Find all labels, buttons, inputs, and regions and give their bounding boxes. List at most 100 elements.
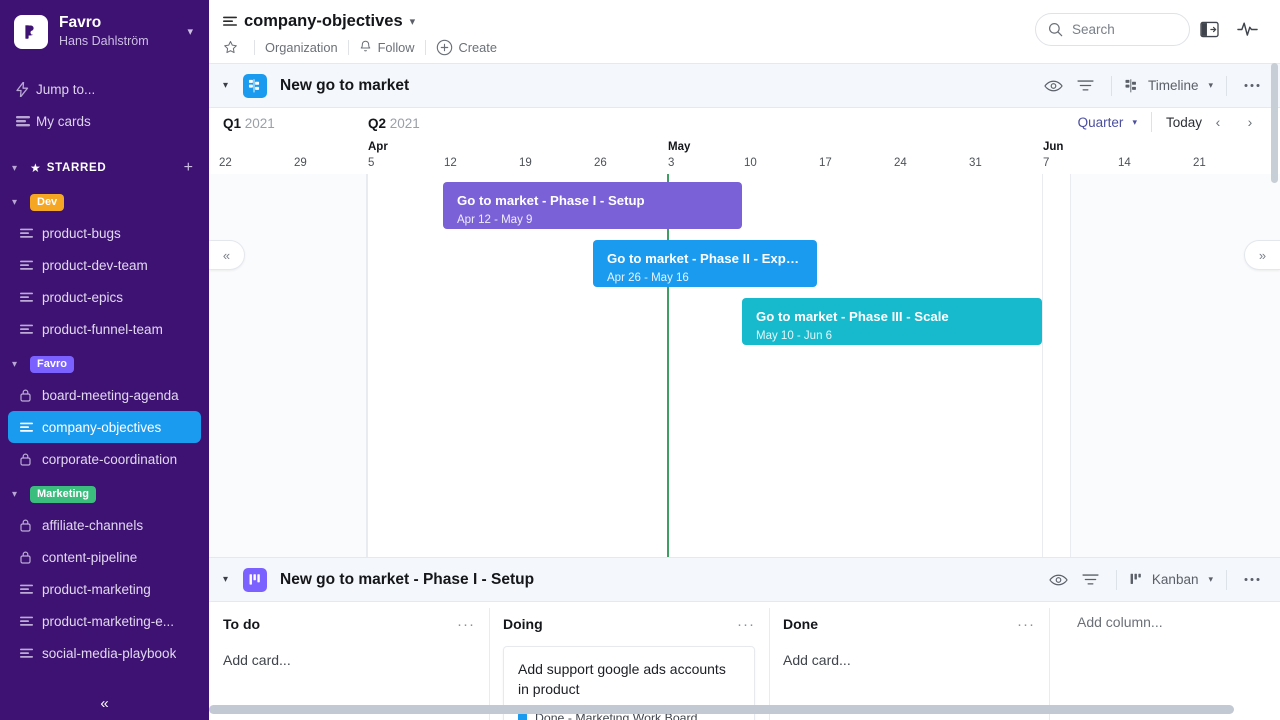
add-starred-button[interactable]: + bbox=[184, 159, 197, 177]
horizontal-scrollbar[interactable] bbox=[209, 705, 1264, 714]
follow-button[interactable]: Follow bbox=[359, 40, 415, 55]
timeline-widget-title: New go to market bbox=[280, 77, 1038, 95]
chevron-down-icon[interactable]: ▾ bbox=[183, 25, 195, 38]
timeline-scroll-left-button[interactable]: « bbox=[209, 240, 245, 270]
collapse-sidebar-button[interactable]: « bbox=[0, 695, 209, 712]
view-selector-kanban[interactable]: Kanban ▾ bbox=[1126, 572, 1217, 587]
group-header-favro[interactable]: ▾ Favro bbox=[0, 349, 209, 379]
kanban-add-column[interactable]: Add column... bbox=[1049, 602, 1280, 720]
add-column-label: Add column... bbox=[1063, 602, 1280, 630]
chevron-down-icon[interactable]: ▾ bbox=[1208, 80, 1213, 91]
organization-button[interactable]: Organization bbox=[265, 40, 338, 55]
more-horizontal-icon[interactable] bbox=[1236, 563, 1268, 597]
chevron-down-icon[interactable]: ▾ bbox=[12, 163, 30, 174]
search-input[interactable] bbox=[1072, 22, 1177, 37]
breadcrumb[interactable]: company-objectives ▾ bbox=[223, 8, 1035, 34]
vertical-scrollbar[interactable] bbox=[1272, 63, 1279, 720]
sidebar-item-label: product-marketing bbox=[42, 582, 151, 597]
today-marker-line bbox=[667, 174, 669, 557]
cards-icon bbox=[16, 115, 36, 127]
bar-dates: Apr 26 - May 16 bbox=[607, 272, 803, 284]
workspace-switcher[interactable]: Favro Hans Dahlström ▾ bbox=[0, 0, 209, 59]
view-selector-timeline[interactable]: Timeline ▾ bbox=[1121, 78, 1217, 93]
sidebar-item-product-funnel-team[interactable]: product-funnel-team bbox=[8, 313, 201, 345]
today-button[interactable]: Today bbox=[1166, 115, 1202, 130]
timeline-widget-header: ▾ New go to market bbox=[209, 63, 1280, 108]
group-header-marketing[interactable]: ▾ Marketing bbox=[0, 479, 209, 509]
sidebar-item-company-objectives[interactable]: company-objectives bbox=[8, 411, 201, 443]
kanban-column-todo: To do ··· Add card... bbox=[209, 602, 489, 720]
group-header-dev[interactable]: ▾ Dev bbox=[0, 187, 209, 217]
sidebar-item-product-marketing[interactable]: product-marketing bbox=[8, 573, 201, 605]
vertical-scrollbar-thumb[interactable] bbox=[1271, 63, 1278, 183]
column-more-icon[interactable]: ··· bbox=[737, 616, 755, 633]
day-tick: 31 bbox=[969, 157, 982, 169]
create-label: Create bbox=[459, 40, 497, 55]
divider bbox=[254, 40, 255, 55]
column-title: Done bbox=[783, 616, 1017, 632]
chevron-down-icon[interactable]: ▾ bbox=[1132, 117, 1137, 128]
timeline-bar-phase-1[interactable]: Go to market - Phase I - Setup Apr 12 - … bbox=[443, 182, 742, 229]
topbar-right bbox=[1035, 8, 1266, 50]
page-title: company-objectives bbox=[244, 12, 403, 31]
timeline-widget-tools: Timeline ▾ bbox=[1038, 69, 1268, 103]
starred-section-header[interactable]: ▾ ★ STARRED + bbox=[0, 153, 209, 183]
chevron-down-icon[interactable]: ▾ bbox=[12, 359, 30, 370]
side-panel-icon[interactable] bbox=[1190, 10, 1228, 48]
column-more-icon[interactable]: ··· bbox=[1017, 616, 1035, 633]
favorite-star-button[interactable] bbox=[223, 40, 244, 55]
kanban-columns: To do ··· Add card... Doing ··· Add supp… bbox=[209, 602, 1280, 720]
kanban-column-done: Done ··· Add card... bbox=[769, 602, 1049, 720]
sidebar-item-my-cards[interactable]: My cards bbox=[0, 105, 209, 137]
board-icon bbox=[20, 260, 42, 271]
chevron-down-icon[interactable]: ▾ bbox=[12, 197, 30, 208]
board-icon bbox=[20, 648, 42, 659]
more-horizontal-icon[interactable] bbox=[1236, 69, 1268, 103]
add-card-todo[interactable]: Add card... bbox=[223, 646, 475, 668]
board-icon bbox=[223, 16, 237, 27]
search-box[interactable] bbox=[1035, 13, 1190, 46]
collapse-widget-caret[interactable]: ▾ bbox=[223, 80, 243, 91]
eye-icon[interactable] bbox=[1038, 69, 1070, 103]
timeline-grid: Go to market - Phase I - Setup Apr 12 - … bbox=[209, 174, 1280, 557]
sidebar-item-affiliate-channels[interactable]: affiliate-channels bbox=[8, 509, 201, 541]
kanban-widget: ▾ New go to market - Phase I - Setup bbox=[209, 557, 1280, 720]
sidebar-item-social-media-playbook[interactable]: social-media-playbook bbox=[8, 637, 201, 669]
timeline-bar-phase-2[interactable]: Go to market - Phase II - Experi... Apr … bbox=[593, 240, 817, 287]
activity-pulse-icon[interactable] bbox=[1228, 10, 1266, 48]
chevron-down-icon[interactable]: ▾ bbox=[12, 489, 30, 500]
chevron-down-icon[interactable]: ▾ bbox=[1208, 574, 1213, 585]
filter-icon[interactable] bbox=[1075, 563, 1107, 597]
card-title: Add support google ads accounts in produ… bbox=[518, 659, 740, 700]
sidebar-item-product-marketing-e[interactable]: product-marketing-e... bbox=[8, 605, 201, 637]
sidebar-item-corporate-coordination[interactable]: corporate-coordination bbox=[8, 443, 201, 475]
divider bbox=[1226, 570, 1227, 590]
filter-icon[interactable] bbox=[1070, 69, 1102, 103]
range-selector[interactable]: Quarter ▾ bbox=[1078, 115, 1137, 130]
divider bbox=[425, 40, 426, 55]
divider bbox=[1226, 76, 1227, 96]
sidebar-item-product-bugs[interactable]: product-bugs bbox=[8, 217, 201, 249]
sidebar-item-product-dev-team[interactable]: product-dev-team bbox=[8, 249, 201, 281]
sidebar-item-content-pipeline[interactable]: content-pipeline bbox=[8, 541, 201, 573]
sidebar-item-label: board-meeting-agenda bbox=[42, 388, 179, 403]
sidebar-item-jump-to[interactable]: Jump to... bbox=[0, 73, 209, 105]
horizontal-scrollbar-thumb[interactable] bbox=[209, 705, 1234, 714]
chevron-down-icon[interactable]: ▾ bbox=[410, 15, 416, 28]
board-icon bbox=[20, 324, 42, 335]
timeline-range-controls: Quarter ▾ Today ‹ › bbox=[1078, 112, 1266, 132]
gridline bbox=[367, 174, 368, 557]
timeline-left-shade bbox=[209, 174, 367, 557]
create-button[interactable]: Create bbox=[436, 39, 497, 56]
day-tick: 14 bbox=[1118, 157, 1131, 169]
sidebar-item-board-meeting-agenda[interactable]: board-meeting-agenda bbox=[8, 379, 201, 411]
next-period-button[interactable]: › bbox=[1234, 114, 1266, 130]
sidebar-item-product-epics[interactable]: product-epics bbox=[8, 281, 201, 313]
timeline-bar-phase-3[interactable]: Go to market - Phase III - Scale May 10 … bbox=[742, 298, 1042, 345]
day-tick: 29 bbox=[294, 157, 307, 169]
column-more-icon[interactable]: ··· bbox=[457, 616, 475, 633]
prev-period-button[interactable]: ‹ bbox=[1202, 114, 1234, 130]
eye-icon[interactable] bbox=[1043, 563, 1075, 597]
collapse-widget-caret[interactable]: ▾ bbox=[223, 574, 243, 585]
add-card-done[interactable]: Add card... bbox=[783, 646, 1035, 668]
